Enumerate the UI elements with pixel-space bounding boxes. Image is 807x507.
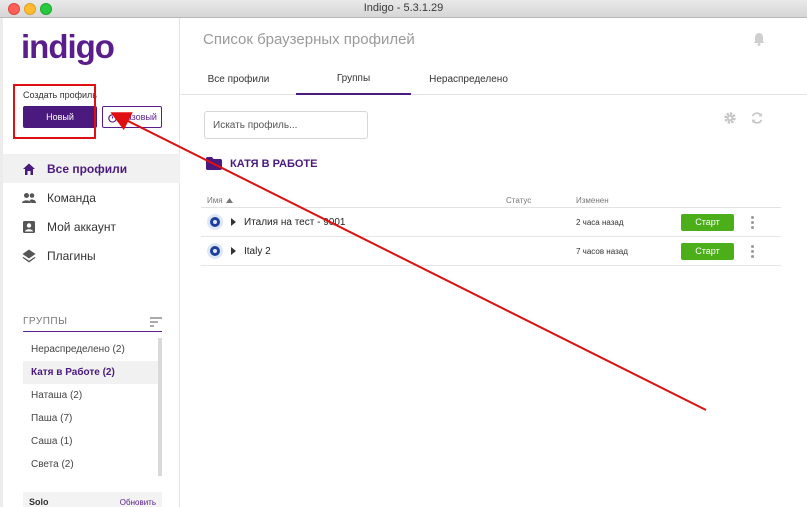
sidebar-item-all-profiles[interactable]: Все профили xyxy=(3,154,180,183)
tab-groups[interactable]: Группы xyxy=(296,64,411,95)
tab-all-profiles[interactable]: Все профили xyxy=(181,64,296,95)
layers-icon xyxy=(22,249,36,262)
one-time-profile-button[interactable]: Разовый xyxy=(102,106,162,128)
expand-caret-icon[interactable] xyxy=(231,218,236,226)
profile-browser-icon xyxy=(207,214,223,230)
sidebar-item-label: Все профили xyxy=(47,161,128,176)
more-options-icon[interactable] xyxy=(750,215,754,229)
profile-name-cell: Italy 2 xyxy=(201,243,506,259)
profile-table: Имя Статус Изменен Италия на тест - 9001… xyxy=(201,194,781,266)
more-options-icon[interactable] xyxy=(750,244,754,258)
sidebar-item-plugins[interactable]: Плагины xyxy=(3,241,180,270)
tab-bar: Все профили Группы Нераспределено xyxy=(181,64,807,95)
folder-name: КАТЯ В РАБОТЕ xyxy=(230,157,318,170)
bell-icon[interactable] xyxy=(751,31,767,47)
profile-name-cell: Италия на тест - 9001 xyxy=(201,214,506,230)
column-header-changed[interactable]: Изменен xyxy=(576,196,671,205)
sidebar-item-label: Плагины xyxy=(47,248,96,263)
profile-changed: 7 часов назад xyxy=(576,246,628,256)
sidebar: indigo Создать профиль Новый Разовый Все… xyxy=(3,18,180,507)
annotation-highlight-box xyxy=(13,84,96,139)
window-titlebar: Indigo - 5.3.1.29 xyxy=(0,0,807,18)
page-title: Список браузерных профилей xyxy=(203,31,415,48)
table-header: Имя Статус Изменен xyxy=(201,194,781,208)
group-item-natasha[interactable]: Наташа (2) xyxy=(23,384,158,407)
search-input[interactable] xyxy=(204,111,368,139)
group-item-pasha[interactable]: Паша (7) xyxy=(23,407,158,430)
sidebar-nav: Все профили Команда Мой аккаунт Плагины xyxy=(3,154,180,270)
group-list: Нераспределено (2) Катя в Работе (2) Нат… xyxy=(23,338,162,476)
main-panel: Список браузерных профилей Все профили Г… xyxy=(181,18,807,507)
plan-box: Solo Обновить xyxy=(23,492,162,507)
sidebar-item-label: Команда xyxy=(47,190,96,205)
table-row[interactable]: Италия на тест - 9001 2 часа назад Старт xyxy=(201,208,781,237)
gear-icon[interactable] xyxy=(722,110,738,126)
column-header-name[interactable]: Имя xyxy=(201,196,506,205)
refresh-icon[interactable] xyxy=(749,110,765,126)
profile-changed: 2 часа назад xyxy=(576,217,624,227)
window-title: Indigo - 5.3.1.29 xyxy=(363,2,444,14)
one-time-profile-label: Разовый xyxy=(121,112,157,122)
groups-header: ГРУППЫ xyxy=(23,312,162,332)
column-name-label: Имя xyxy=(207,196,223,205)
account-box-icon xyxy=(23,220,35,233)
group-item-sveta[interactable]: Света (2) xyxy=(23,453,158,476)
expand-caret-icon[interactable] xyxy=(231,247,236,255)
sidebar-item-my-account[interactable]: Мой аккаунт xyxy=(3,212,180,241)
folder-icon xyxy=(206,157,222,170)
plan-name: Solo xyxy=(29,497,49,507)
home-icon xyxy=(23,163,35,175)
timer-icon xyxy=(108,112,117,123)
start-profile-button[interactable]: Старт xyxy=(681,242,734,260)
start-profile-button[interactable]: Старт xyxy=(681,213,734,231)
profile-name: Италия на тест - 9001 xyxy=(244,216,346,228)
app-logo: indigo xyxy=(21,28,115,65)
column-header-status[interactable]: Статус xyxy=(506,196,576,205)
sort-ascending-icon xyxy=(225,198,233,203)
profile-name: Italy 2 xyxy=(244,245,271,257)
group-item-sasha[interactable]: Саша (1) xyxy=(23,430,158,453)
people-icon xyxy=(22,192,36,203)
profile-browser-icon xyxy=(207,243,223,259)
sort-icon[interactable] xyxy=(150,316,162,327)
app-window: indigo Создать профиль Новый Разовый Все… xyxy=(3,18,807,507)
tab-unassigned[interactable]: Нераспределено xyxy=(411,64,526,95)
sidebar-item-label: Мой аккаунт xyxy=(47,219,116,234)
table-row[interactable]: Italy 2 7 часов назад Старт xyxy=(201,237,781,266)
groups-title: ГРУППЫ xyxy=(23,316,68,327)
group-item-katya[interactable]: Катя в Работе (2) xyxy=(23,361,158,384)
sidebar-item-team[interactable]: Команда xyxy=(3,183,180,212)
group-folder-header: КАТЯ В РАБОТЕ xyxy=(206,157,317,170)
group-item-unassigned[interactable]: Нераспределено (2) xyxy=(23,338,158,361)
upgrade-link[interactable]: Обновить xyxy=(120,498,156,507)
